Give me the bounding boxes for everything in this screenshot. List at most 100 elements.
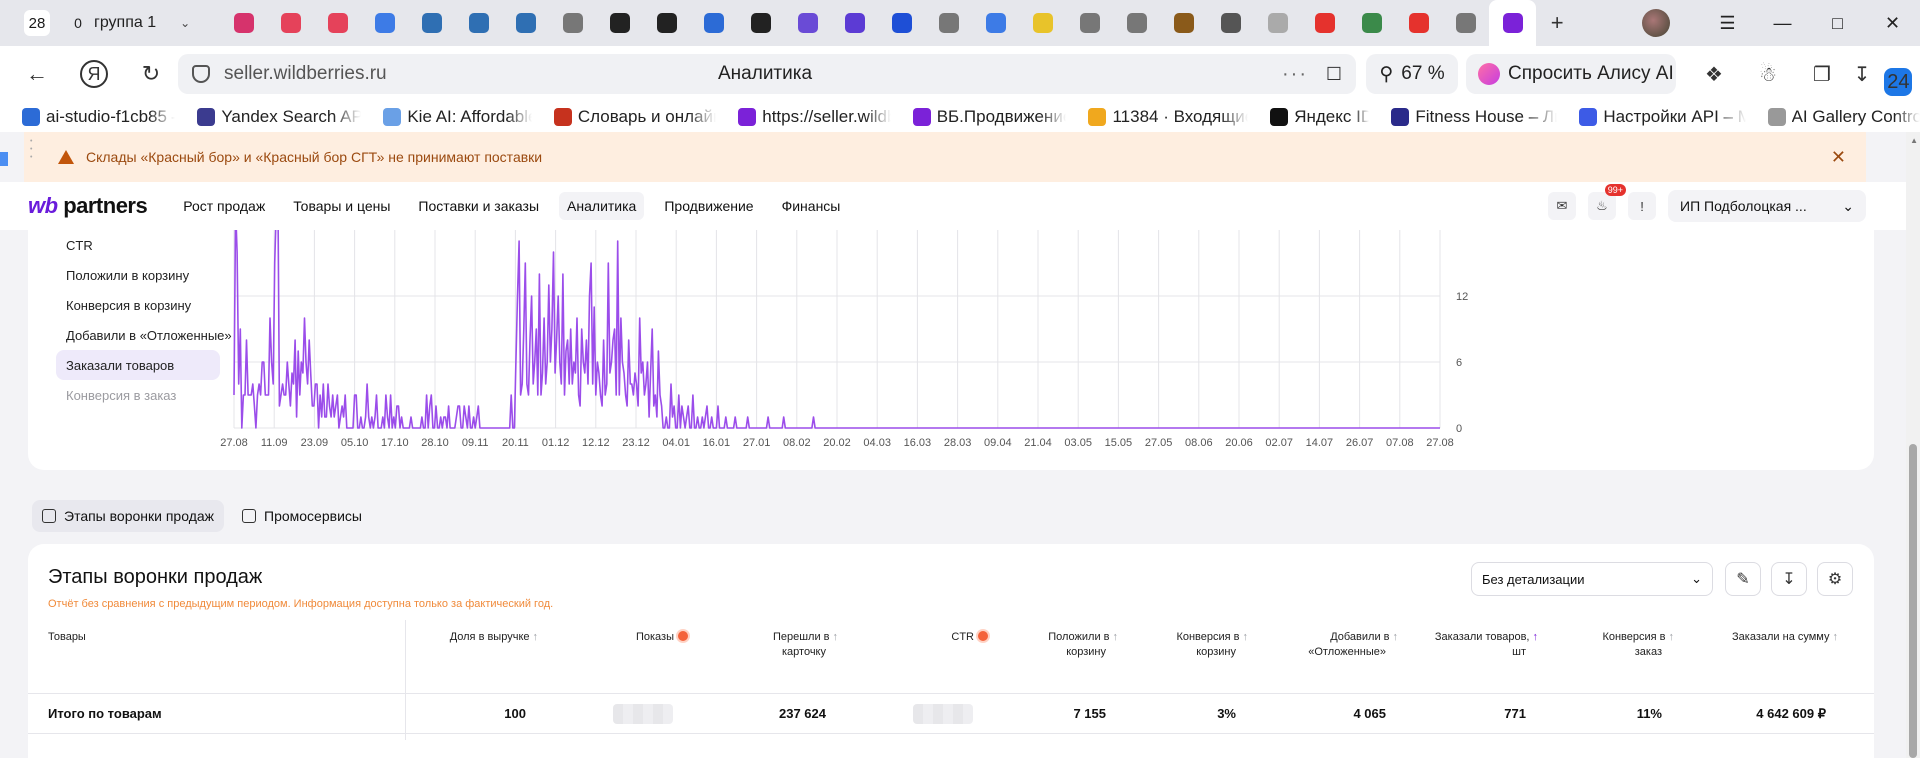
bookmark-item[interactable]: 11384 · Входящие: [1088, 107, 1248, 127]
zoom-button[interactable]: ⚲ 67 %: [1366, 54, 1458, 94]
browser-tab[interactable]: [784, 0, 831, 46]
sort-arrow-icon[interactable]: ↑: [533, 631, 539, 643]
minimize-icon[interactable]: —: [1755, 13, 1810, 34]
column-header[interactable]: Заказали на сумму ↑: [1732, 630, 1838, 645]
browser-tab[interactable]: [1066, 0, 1113, 46]
new-tab-button[interactable]: +: [1542, 8, 1572, 38]
column-header[interactable]: CTR: [951, 630, 988, 645]
nav-item[interactable]: Товары и цены: [293, 192, 390, 220]
reload-icon[interactable]: ↻: [132, 55, 170, 93]
browser-tab[interactable]: [690, 0, 737, 46]
column-header[interactable]: Конверсия в ↑ корзину: [1176, 630, 1248, 660]
nav-item[interactable]: Поставки и заказы: [418, 192, 539, 220]
browser-tab[interactable]: [220, 0, 267, 46]
column-header[interactable]: Заказали товаров, ↑ шт: [1435, 630, 1538, 660]
browser-tab[interactable]: [1160, 0, 1207, 46]
yandex-logo-icon[interactable]: Я: [80, 60, 108, 88]
sort-arrow-icon[interactable]: ↑: [1113, 631, 1119, 643]
close-icon[interactable]: ✕: [1831, 147, 1846, 168]
settings-gear-icon[interactable]: ⚙: [1817, 562, 1853, 596]
bookmark-item[interactable]: ai-studio-f1cb85 –: [22, 107, 175, 127]
scrollbar-thumb[interactable]: [1909, 444, 1917, 758]
browser-tab[interactable]: [1113, 0, 1160, 46]
nav-item[interactable]: Аналитика: [559, 192, 645, 220]
browser-tab[interactable]: [1254, 0, 1301, 46]
browser-tab[interactable]: [1442, 0, 1489, 46]
column-header[interactable]: Показы: [636, 630, 688, 645]
browser-tab[interactable]: [1395, 0, 1442, 46]
maximize-icon[interactable]: □: [1810, 13, 1865, 34]
sort-arrow-icon[interactable]: ↑: [1669, 631, 1675, 643]
column-header[interactable]: Положили в ↑ корзину: [1048, 630, 1118, 660]
profile-dropdown[interactable]: ИП Подболоцкая ... ⌄: [1668, 190, 1866, 222]
browser-tab[interactable]: [1207, 0, 1254, 46]
sort-arrow-icon[interactable]: ↑: [1833, 631, 1839, 643]
more-dots-icon[interactable]: ···: [1282, 63, 1308, 86]
bell-icon[interactable]: ♨ 99+: [1588, 184, 1626, 220]
scrollbar[interactable]: ▲: [1906, 132, 1920, 758]
column-header[interactable]: Конверсия в ↑ заказ: [1602, 630, 1674, 660]
chat-icon[interactable]: ✉: [1548, 192, 1576, 220]
section-tab[interactable]: Промосервисы: [232, 500, 372, 532]
download-icon[interactable]: ↧ 24: [1854, 60, 1913, 96]
browser-tab[interactable]: [361, 0, 408, 46]
url-text[interactable]: seller.wildberries.ru: [224, 63, 387, 85]
tab-count-button[interactable]: 28: [24, 10, 50, 36]
bookmark-item[interactable]: AI Gallery Control: [1767, 107, 1920, 127]
profile-avatar[interactable]: [1642, 9, 1670, 37]
bookmark-icon[interactable]: ☐: [1326, 64, 1342, 85]
omnibox[interactable]: seller.wildberries.ru Аналитика ··· ☐: [178, 54, 1356, 94]
browser-tab[interactable]: [643, 0, 690, 46]
browser-tab[interactable]: [878, 0, 925, 46]
bookmark-item[interactable]: Fitness House – Ли: [1391, 107, 1557, 127]
browser-tab[interactable]: [1348, 0, 1395, 46]
bookmark-item[interactable]: Яндекс ID: [1270, 107, 1369, 127]
browser-tab[interactable]: [972, 0, 1019, 46]
bookmark-item[interactable]: Словарь и онлайн: [553, 107, 716, 127]
detail-select[interactable]: Без детализации ⌄: [1471, 562, 1713, 596]
ask-alice-button[interactable]: Спросить Алису AI: [1466, 54, 1676, 94]
feedback-icon[interactable]: !: [1628, 192, 1656, 220]
nav-item[interactable]: Продвижение: [664, 192, 753, 220]
browser-tab[interactable]: [831, 0, 878, 46]
browser-tab[interactable]: [1019, 0, 1066, 46]
bookmark-item[interactable]: https://seller.wildb: [738, 107, 891, 127]
sort-arrow-icon[interactable]: ↑: [1533, 631, 1539, 643]
bookmark-item[interactable]: Настройки API – М: [1579, 107, 1746, 127]
bookmark-item[interactable]: Yandex Search API: [197, 107, 361, 127]
column-header[interactable]: Перешли в ↑ карточку: [773, 630, 838, 660]
nav-item[interactable]: Рост продаж: [183, 192, 265, 220]
collections-icon[interactable]: ❐: [1808, 60, 1836, 88]
edit-report-icon[interactable]: ✎: [1725, 562, 1761, 596]
extensions-icon[interactable]: ☃: [1754, 60, 1782, 88]
sort-arrow-icon[interactable]: ↑: [1393, 631, 1399, 643]
wb-partners-logo[interactable]: wb partners: [28, 193, 148, 219]
browser-tab[interactable]: [502, 0, 549, 46]
browser-tab[interactable]: [1489, 0, 1537, 46]
browser-tab[interactable]: [925, 0, 972, 46]
download-report-icon[interactable]: ↧: [1771, 562, 1807, 596]
browser-tab[interactable]: [1301, 0, 1348, 46]
nav-item[interactable]: Финансы: [782, 192, 841, 220]
column-header[interactable]: Доля в выручке ↑: [450, 630, 538, 645]
browser-tab[interactable]: [737, 0, 784, 46]
section-tab[interactable]: Этапы воронки продаж: [32, 500, 225, 532]
browser-tab[interactable]: [267, 0, 314, 46]
browser-tab[interactable]: [549, 0, 596, 46]
sort-arrow-icon[interactable]: ↑: [1243, 631, 1249, 643]
browser-tab[interactable]: [314, 0, 361, 46]
bookmark-item[interactable]: ВБ.Продвижение: [912, 107, 1066, 127]
browser-tab[interactable]: [408, 0, 455, 46]
chevron-down-icon[interactable]: ⌄: [180, 16, 190, 30]
scroll-up-arrow-icon[interactable]: ▲: [1910, 136, 1918, 145]
close-window-icon[interactable]: ✕: [1865, 13, 1920, 34]
browser-tab[interactable]: [596, 0, 643, 46]
menu-icon[interactable]: ☰: [1700, 13, 1755, 34]
tab-group[interactable]: 0 группа 1 ⌄: [68, 12, 190, 34]
browser-tab[interactable]: [455, 0, 502, 46]
bookmark-item[interactable]: Kie AI: Affordable: [383, 107, 532, 127]
back-arrow-icon[interactable]: ←: [18, 55, 56, 93]
sort-arrow-icon[interactable]: ↑: [833, 631, 839, 643]
column-header[interactable]: Добавили в ↑ «Отложенные»: [1308, 630, 1398, 660]
tools-icon[interactable]: ❖: [1700, 60, 1728, 88]
